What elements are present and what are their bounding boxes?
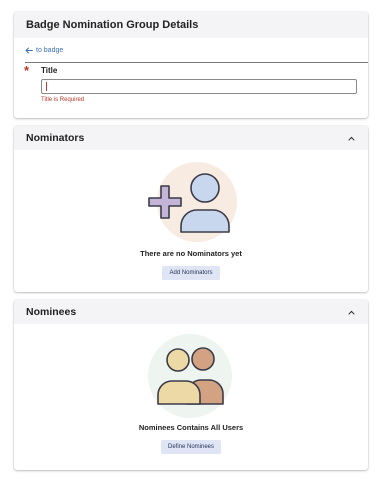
back-to-badge-link[interactable]: to badge [25,47,63,54]
users-group-icon [148,334,232,418]
nominators-empty-text: There are no Nominators yet [140,249,242,258]
nominators-empty-state: There are no Nominators yet Add Nominato… [14,158,368,280]
title-input[interactable] [41,79,357,94]
divider [25,62,368,63]
nominees-card: Nominees Nominees Contains All Users Def… [14,300,368,470]
chevron-up-icon[interactable] [346,133,356,143]
text-caret [46,82,47,91]
details-header: Badge Nomination Group Details [14,12,368,38]
nominees-header[interactable]: Nominees [14,300,368,324]
title-label: Title [41,66,58,75]
title-error: Title is Required [41,97,85,103]
back-link-label: to badge [36,47,64,54]
required-indicator: * [24,63,30,78]
details-title: Badge Nomination Group Details [26,19,199,31]
details-card: Badge Nomination Group Details to badge … [14,12,368,118]
define-nominees-button[interactable]: Define Nominees [160,440,222,454]
arrow-left-icon [25,47,33,54]
chevron-up-icon[interactable] [346,307,356,317]
nominees-empty-state: Nominees Contains All Users Define Nomin… [14,334,368,454]
nominators-header[interactable]: Nominators [14,126,368,150]
nominators-card: Nominators There are no Nominators yet A… [14,126,368,292]
add-nominators-button[interactable]: Add Nominators [162,266,220,280]
nominees-title: Nominees [26,306,77,318]
nominators-title: Nominators [26,132,85,144]
add-user-icon [148,162,237,242]
nominees-empty-text: Nominees Contains All Users [138,423,244,432]
page: Badge Nomination Group Details to badge … [0,0,380,479]
